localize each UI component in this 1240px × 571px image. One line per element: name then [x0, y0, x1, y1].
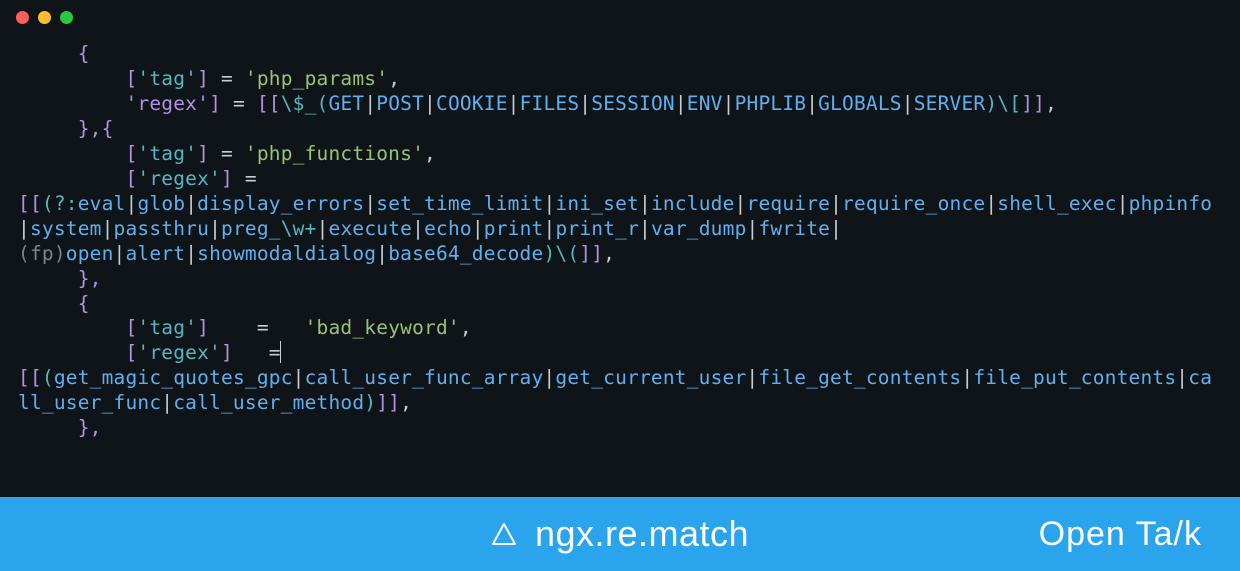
close-icon[interactable]	[16, 11, 29, 24]
footer-title: ngx.re.match	[535, 513, 749, 555]
window-titlebar	[0, 0, 1240, 34]
triangle-icon	[491, 522, 517, 546]
text-cursor	[280, 341, 281, 363]
minimize-icon[interactable]	[38, 11, 51, 24]
footer-bar: ngx.re.match Open Ta/k	[0, 497, 1240, 571]
footer-brand: Open Ta/k	[1039, 515, 1202, 554]
footer-center: ngx.re.match	[491, 513, 749, 555]
regex2-alts-b: execute|echo|print|print_r|var_dump|fwri…	[329, 217, 831, 240]
regex1-alts: GET|POST|COOKIE|FILES|SESSION|ENV|PHPLIB…	[329, 92, 986, 115]
code-content: { ['tag'] = 'php_params', 'regex'] = [[\…	[18, 42, 1212, 439]
regex3-alts: get_magic_quotes_gpc|call_user_func_arra…	[18, 366, 1212, 414]
regex2-alts-c: alert|showmodaldialog|base64_decode	[125, 242, 543, 265]
maximize-icon[interactable]	[60, 11, 73, 24]
code-editor[interactable]: { ['tag'] = 'php_params', 'regex'] = [[\…	[0, 34, 1240, 441]
editor-window: { ['tag'] = 'php_params', 'regex'] = [[\…	[0, 0, 1240, 571]
